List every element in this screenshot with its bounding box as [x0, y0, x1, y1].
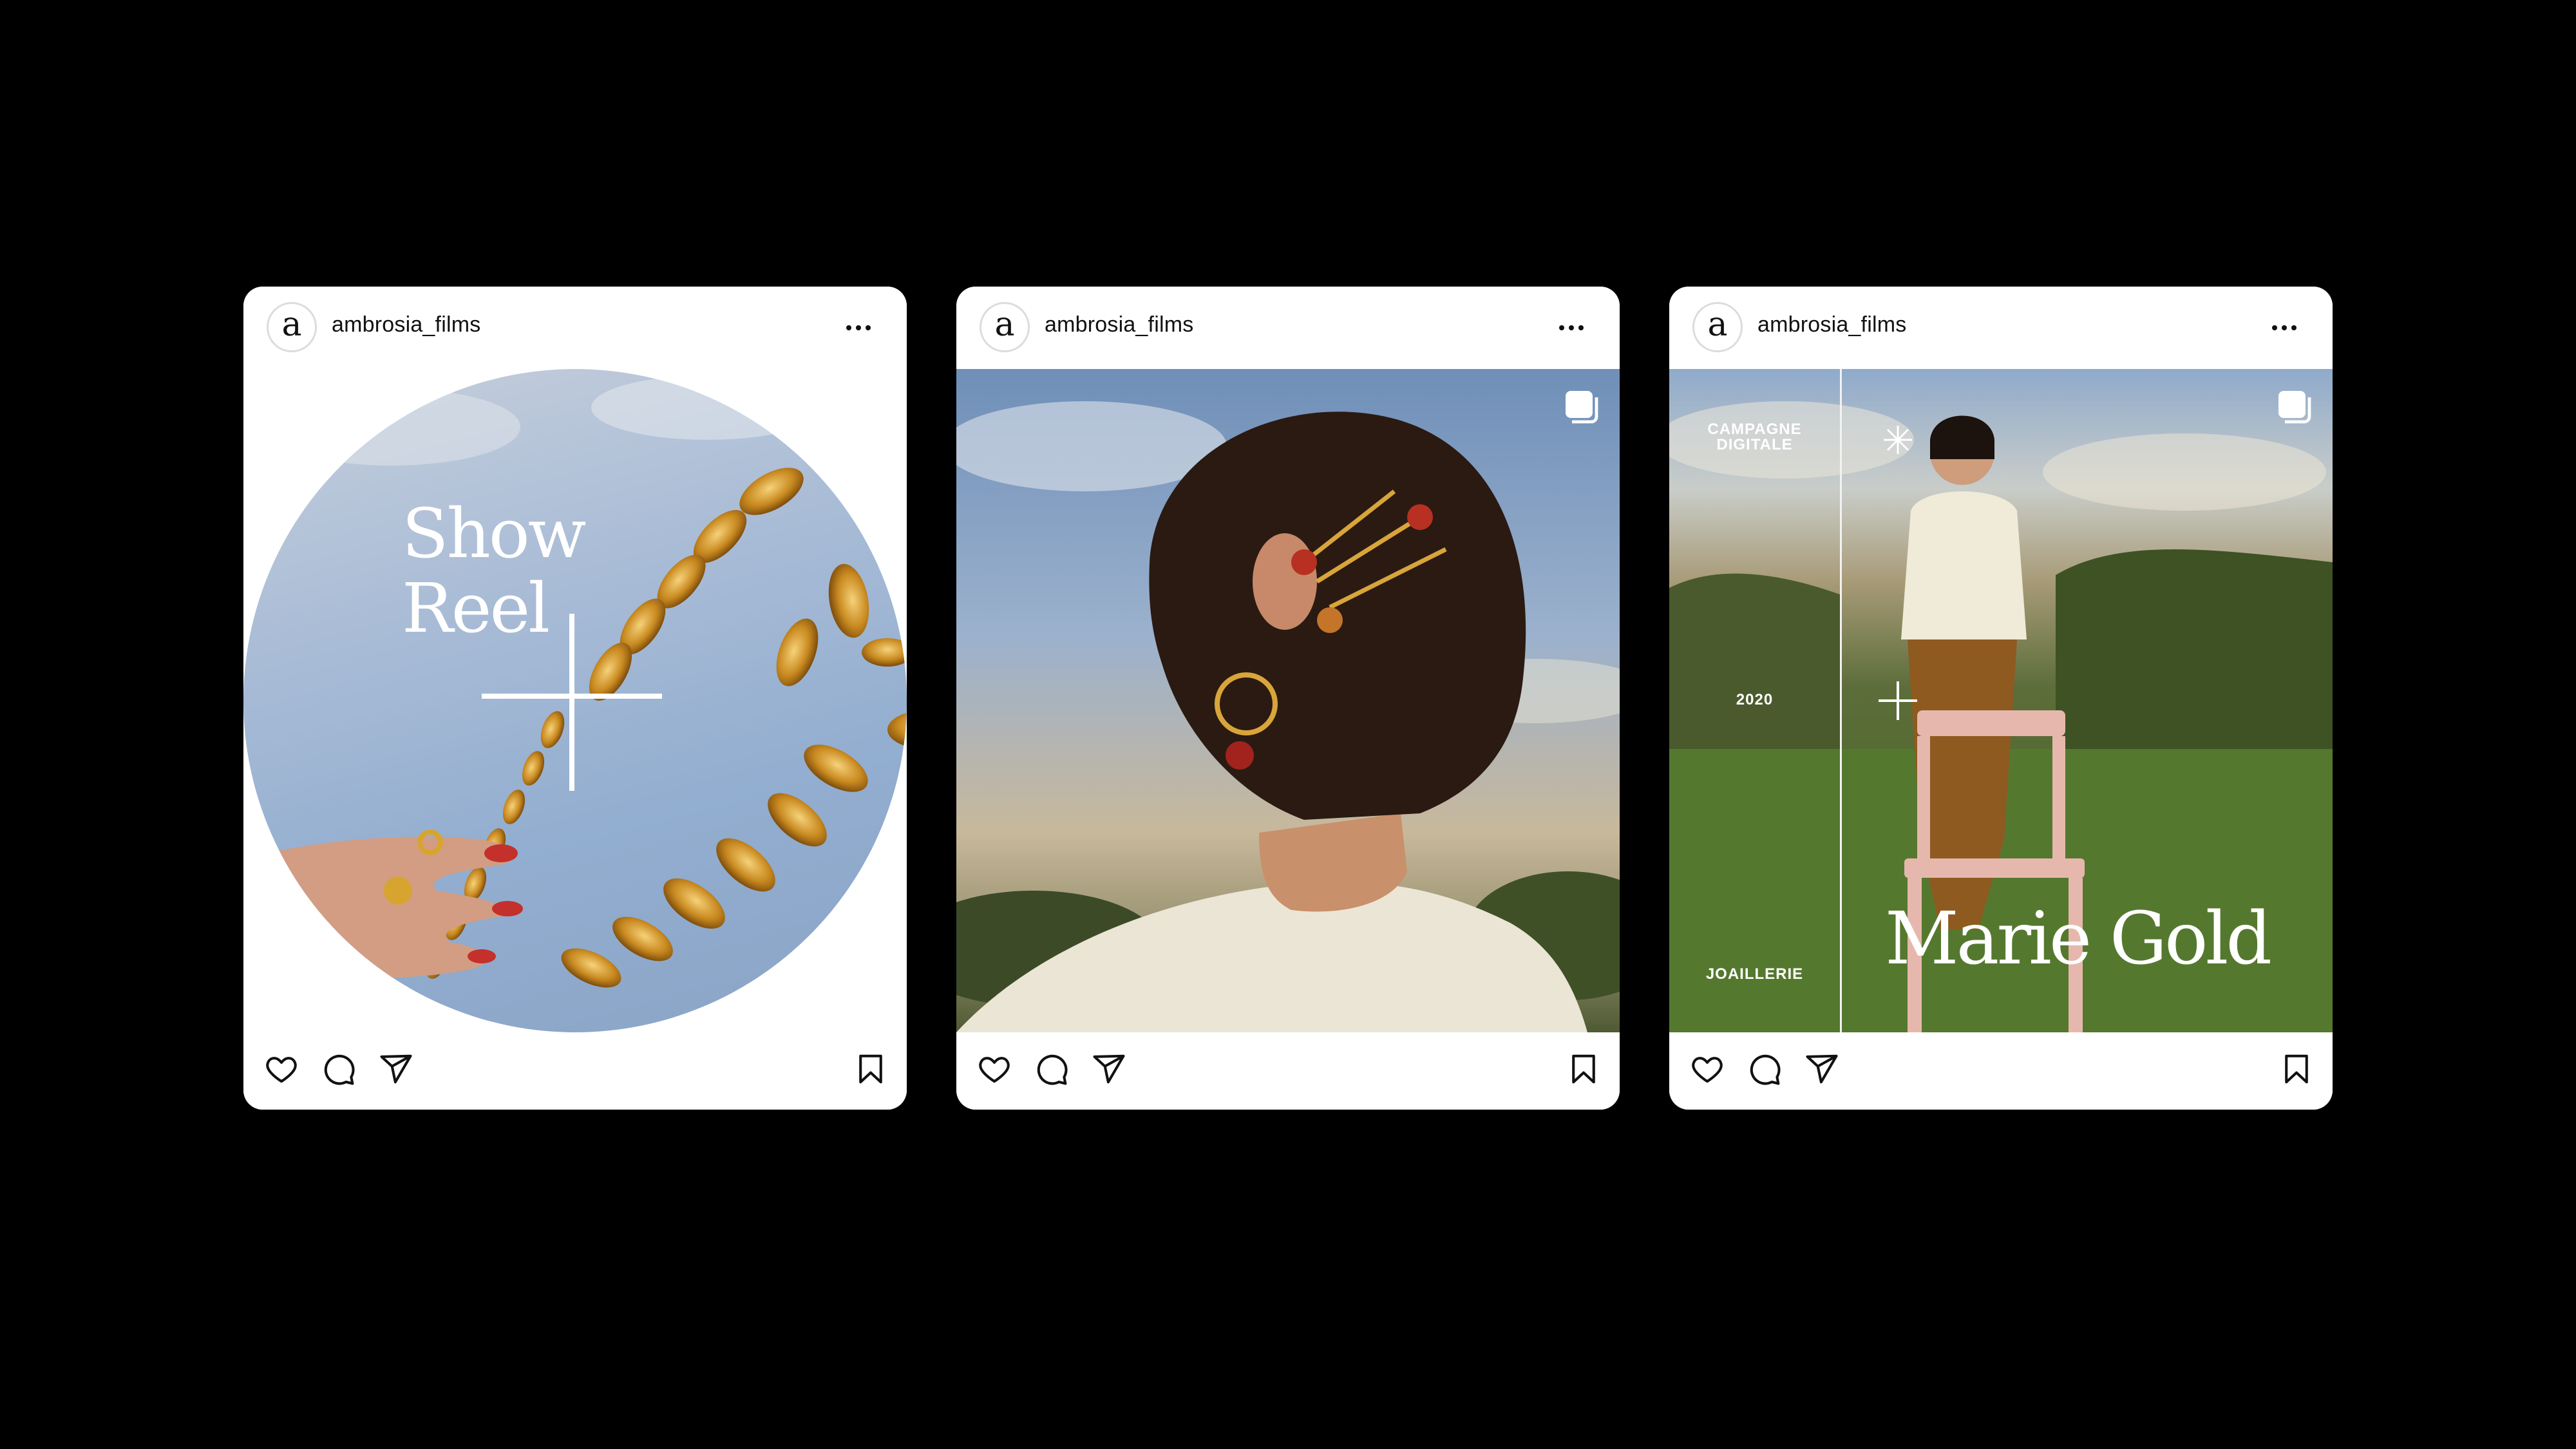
- show-reel-title: Show Reel: [402, 494, 586, 648]
- send-icon: [1093, 1054, 1125, 1084]
- comment-button[interactable]: [1031, 1048, 1072, 1090]
- save-button[interactable]: [1563, 1048, 1604, 1090]
- avatar[interactable]: a: [267, 302, 317, 352]
- heart-icon: [1692, 1057, 1723, 1083]
- post-actions: [1669, 1032, 2333, 1110]
- post-media[interactable]: Show Reel: [243, 369, 907, 1032]
- jewelry-chain-photo-circle: [243, 369, 907, 1032]
- campaign-label-line-1: CAMPAGNE: [1707, 421, 1802, 438]
- comment-button[interactable]: [318, 1048, 359, 1090]
- post-card-marie-gold: a ambrosia_films CAMPAGNE DIGITALE 2020 …: [1669, 287, 2333, 1110]
- divider-line: [1840, 369, 1842, 1032]
- more-horizontal-icon: [2272, 325, 2277, 330]
- more-dot: [2291, 325, 2297, 330]
- send-icon: [380, 1054, 412, 1084]
- post-card-show-reel: a ambrosia_films Show Reel: [243, 287, 907, 1110]
- more-dot: [856, 325, 861, 330]
- comment-icon: [324, 1054, 355, 1085]
- share-button[interactable]: [375, 1048, 417, 1090]
- heart-icon: [979, 1057, 1010, 1083]
- cross-line-vertical: [569, 614, 574, 791]
- avatar-letter: a: [281, 305, 302, 344]
- post-header: a ambrosia_films: [243, 287, 907, 369]
- comment-icon: [1037, 1054, 1068, 1085]
- like-button[interactable]: [974, 1048, 1015, 1090]
- username[interactable]: ambrosia_films: [1045, 312, 1193, 337]
- more-options-button[interactable]: [2265, 312, 2304, 343]
- campaign-label-line-2: DIGITALE: [1716, 436, 1793, 453]
- like-button[interactable]: [1687, 1048, 1728, 1090]
- asterisk-icon: [1884, 426, 1912, 454]
- woman-portrait-photo: [956, 401, 1620, 1032]
- multiple-images-icon: [1566, 391, 1598, 424]
- category-label: JOAILLERIE: [1705, 965, 1804, 983]
- bookmark-icon: [1572, 1054, 1595, 1084]
- cross-line-horizontal: [482, 694, 662, 699]
- more-dot: [1569, 325, 1574, 330]
- comment-icon: [1750, 1054, 1781, 1085]
- share-button[interactable]: [1088, 1048, 1130, 1090]
- share-button[interactable]: [1801, 1048, 1842, 1090]
- more-horizontal-icon: [1559, 325, 1564, 330]
- more-horizontal-icon: [846, 325, 851, 330]
- avatar-letter: a: [1707, 305, 1728, 344]
- save-button[interactable]: [850, 1048, 891, 1090]
- more-options-button[interactable]: [1552, 312, 1591, 343]
- bookmark-icon: [859, 1054, 882, 1084]
- avatar[interactable]: a: [1692, 302, 1743, 352]
- post-header: a ambrosia_films: [956, 287, 1620, 369]
- post-card-hair-clips: a ambrosia_films: [956, 287, 1620, 1110]
- bookmark-icon: [2285, 1054, 2308, 1084]
- more-dot: [1578, 325, 1584, 330]
- more-dot: [2282, 325, 2287, 330]
- avatar[interactable]: a: [980, 302, 1030, 352]
- more-options-button[interactable]: [839, 312, 878, 343]
- post-header: a ambrosia_films: [1669, 287, 2333, 369]
- post-media[interactable]: CAMPAGNE DIGITALE 2020 JOAILLERIE Marie …: [1669, 369, 2333, 1032]
- post-actions: [243, 1032, 907, 1110]
- multiple-images-icon: [2278, 391, 2311, 424]
- heart-icon: [266, 1057, 297, 1083]
- title-line-2: Reel: [402, 569, 550, 648]
- post-media[interactable]: [956, 369, 1620, 1032]
- chain-illustration: [243, 375, 907, 1013]
- comment-button[interactable]: [1744, 1048, 1785, 1090]
- avatar-letter: a: [994, 305, 1015, 344]
- username[interactable]: ambrosia_films: [1757, 312, 1906, 337]
- username[interactable]: ambrosia_films: [332, 312, 480, 337]
- save-button[interactable]: [2276, 1048, 2317, 1090]
- like-button[interactable]: [261, 1048, 302, 1090]
- post-actions: [956, 1032, 1620, 1110]
- campaign-title: Marie Gold: [1885, 897, 2272, 981]
- year-label: 2020: [1736, 691, 1774, 708]
- more-dot: [866, 325, 871, 330]
- campaign-label: CAMPAGNE DIGITALE: [1669, 422, 1840, 453]
- send-icon: [1806, 1054, 1838, 1084]
- title-line-1: Show: [402, 494, 586, 573]
- cross-line-horizontal: [1879, 699, 1917, 702]
